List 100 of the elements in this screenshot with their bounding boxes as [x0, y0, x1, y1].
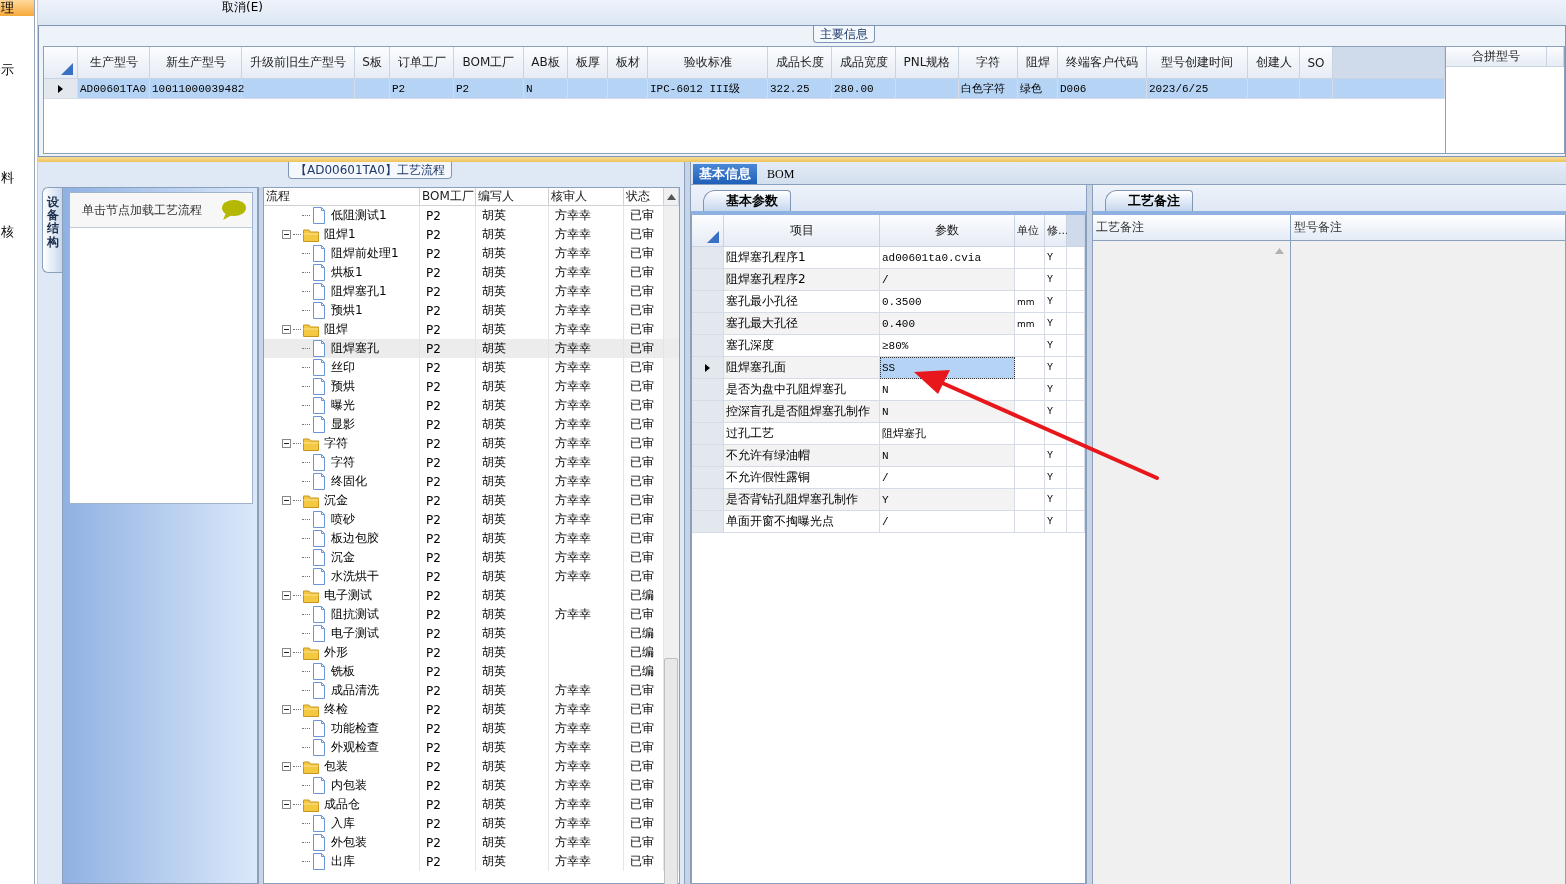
- menu-item[interactable]: 核: [0, 224, 34, 240]
- column-header[interactable]: 项目: [724, 215, 880, 247]
- tree-row[interactable]: 显影 P2 胡英 方幸幸 已审: [264, 415, 679, 434]
- table-cell: 方幸幸: [549, 719, 624, 738]
- column-header[interactable]: BOM工厂: [454, 47, 524, 79]
- column-header[interactable]: 合拼型号: [1446, 47, 1547, 67]
- collapse-icon[interactable]: [282, 325, 291, 334]
- table-row[interactable]: 阻焊塞孔程序1 ad00601ta0.cvia Y: [692, 247, 1085, 269]
- tree-row[interactable]: 字符 P2 胡英 方幸幸 已审: [264, 453, 679, 472]
- tree-row[interactable]: 预烘 P2 胡英 方幸幸 已审: [264, 377, 679, 396]
- tree-row[interactable]: 曝光 P2 胡英 方幸幸 已审: [264, 396, 679, 415]
- column-header[interactable]: 订单工厂: [390, 47, 454, 79]
- node-label: 铣板: [331, 663, 355, 680]
- side-tab[interactable]: 设备结构: [42, 187, 62, 273]
- tree-row[interactable]: 丝印 P2 胡英 方幸幸 已审: [264, 358, 679, 377]
- menu-item[interactable]: 理: [0, 0, 34, 16]
- tree-row[interactable]: 阻焊1 P2 胡英 方幸幸 已审: [264, 225, 679, 244]
- table-cell: P2: [420, 339, 476, 358]
- column-header[interactable]: 验收标准: [648, 47, 768, 79]
- table-row[interactable]: 单面开窗不掏曝光点 / Y: [692, 511, 1085, 533]
- tab[interactable]: 基本信息: [693, 164, 757, 184]
- file-icon: [312, 853, 326, 870]
- column-header[interactable]: 字符: [959, 47, 1018, 79]
- tree-row[interactable]: 沉金 P2 胡英 方幸幸 已审: [264, 548, 679, 567]
- column-header[interactable]: 参数: [880, 215, 1015, 247]
- tree-row[interactable]: 预烘1 P2 胡英 方幸幸 已审: [264, 301, 679, 320]
- column-header[interactable]: 型号创建时间: [1147, 47, 1248, 79]
- tree-row[interactable]: 电子测试 P2 胡英 已编: [264, 624, 679, 643]
- tree-row[interactable]: 终固化 P2 胡英 方幸幸 已审: [264, 472, 679, 491]
- folder-icon: [303, 436, 319, 451]
- collapse-icon[interactable]: [282, 591, 291, 600]
- column-header[interactable]: 阻焊: [1018, 47, 1058, 79]
- cancel-button[interactable]: 取消(E): [218, 0, 267, 14]
- column-header[interactable]: 创建人: [1248, 47, 1300, 79]
- table-row[interactable]: 控深盲孔是否阻焊塞孔制作 N Y: [692, 401, 1085, 423]
- tree-row[interactable]: 阻焊塞孔1 P2 胡英 方幸幸 已审: [264, 282, 679, 301]
- table-cell: 胡英: [476, 567, 549, 586]
- collapse-icon[interactable]: [282, 800, 291, 809]
- tree-row[interactable]: 沉金 P2 胡英 方幸幸 已审: [264, 491, 679, 510]
- collapse-icon[interactable]: [282, 496, 291, 505]
- column-header[interactable]: 核审人: [549, 188, 624, 206]
- column-header[interactable]: 终端客户代码: [1058, 47, 1147, 79]
- column-header[interactable]: 修...: [1045, 215, 1067, 247]
- column-header[interactable]: 生产型号: [78, 47, 150, 79]
- table-row[interactable]: 塞孔最小孔径 0.3500 mm Y: [692, 291, 1085, 313]
- collapse-icon[interactable]: [282, 762, 291, 771]
- scrollbar-thumb[interactable]: [664, 658, 678, 884]
- tree-row[interactable]: 板边包胶 P2 胡英 方幸幸 已审: [264, 529, 679, 548]
- menu-item[interactable]: 料: [0, 170, 34, 186]
- column-header[interactable]: 成品宽度: [832, 47, 896, 79]
- column-header[interactable]: 成品长度: [768, 47, 832, 79]
- table-cell: P2: [420, 225, 476, 244]
- table-row[interactable]: 阻焊塞孔程序2 / Y: [692, 269, 1085, 291]
- table-row[interactable]: 塞孔深度 ≥80% Y: [692, 335, 1085, 357]
- column-header[interactable]: 编写人: [476, 188, 549, 206]
- table-row[interactable]: 不允许假性露铜 / Y: [692, 467, 1085, 489]
- tree-row[interactable]: 字符 P2 胡英 方幸幸 已审: [264, 434, 679, 453]
- column-header[interactable]: 新生产型号: [150, 47, 242, 79]
- table-cell: 胡英: [476, 529, 549, 548]
- collapse-icon[interactable]: [282, 230, 291, 239]
- column-header[interactable]: BOM工厂: [420, 188, 476, 206]
- table-row[interactable]: 过孔工艺 阻焊塞孔: [692, 423, 1085, 445]
- menu-item[interactable]: 示: [0, 62, 34, 78]
- panel-tab[interactable]: 基本参数: [703, 190, 791, 211]
- column-header[interactable]: 状态: [624, 188, 664, 206]
- column-header[interactable]: PNL规格: [896, 47, 959, 79]
- tree-row[interactable]: 水洗烘干 P2 胡英 方幸幸 已审: [264, 567, 679, 586]
- column-header[interactable]: 升级前旧生产型号: [242, 47, 355, 79]
- column-header[interactable]: 工艺备注: [1093, 215, 1290, 241]
- collapse-icon[interactable]: [282, 648, 291, 657]
- table-row[interactable]: AD00601TA0 10011000039482 P2 P2 N IPC-6012 III级 322.25 280.00 白色字符 绿色 D006 2023/6/25: [44, 79, 1445, 99]
- panel-tab[interactable]: 工艺备注: [1105, 190, 1193, 211]
- file-icon: [312, 568, 326, 585]
- column-header[interactable]: 单位: [1015, 215, 1045, 247]
- tree-row[interactable]: 阻焊前处理1 P2 胡英 方幸幸 已审: [264, 244, 679, 263]
- table-cell: Y: [1045, 445, 1067, 467]
- table-row[interactable]: 塞孔最大孔径 0.400 mm Y: [692, 313, 1085, 335]
- column-header[interactable]: AB板: [524, 47, 568, 79]
- tab[interactable]: BOM: [761, 164, 801, 184]
- table-cell: P2: [420, 833, 476, 852]
- tree-row[interactable]: 电子测试 P2 胡英 已编: [264, 586, 679, 605]
- collapse-icon[interactable]: [282, 439, 291, 448]
- column-header[interactable]: S板: [355, 47, 390, 79]
- table-row[interactable]: 是否背钻孔阻焊塞孔制作 Y Y: [692, 489, 1085, 511]
- tree-row[interactable]: 外形 P2 胡英 已编: [264, 643, 679, 662]
- table-cell: P2: [420, 624, 476, 643]
- tree-row[interactable]: 阻抗测试 P2 胡英 方幸幸 已审: [264, 605, 679, 624]
- table-row[interactable]: 不允许有绿油帽 N Y: [692, 445, 1085, 467]
- column-header[interactable]: SO: [1300, 47, 1333, 79]
- tree-row[interactable]: 喷砂 P2 胡英 方幸幸 已审: [264, 510, 679, 529]
- collapse-icon[interactable]: [282, 705, 291, 714]
- table-row[interactable]: 阻焊塞孔面 SS Y: [692, 357, 1085, 379]
- column-header[interactable]: 板材: [608, 47, 648, 79]
- tree-row[interactable]: 阻焊塞孔 P2 胡英 方幸幸 已审: [264, 339, 679, 358]
- tree-row[interactable]: 低阻测试1 P2 胡英 方幸幸 已审: [264, 206, 679, 225]
- column-header[interactable]: 板厚: [568, 47, 608, 79]
- file-icon: [312, 663, 326, 680]
- tree-row[interactable]: 烘板1 P2 胡英 方幸幸 已审: [264, 263, 679, 282]
- table-cell: P2: [420, 852, 476, 871]
- column-header[interactable]: 型号备注: [1291, 215, 1565, 241]
